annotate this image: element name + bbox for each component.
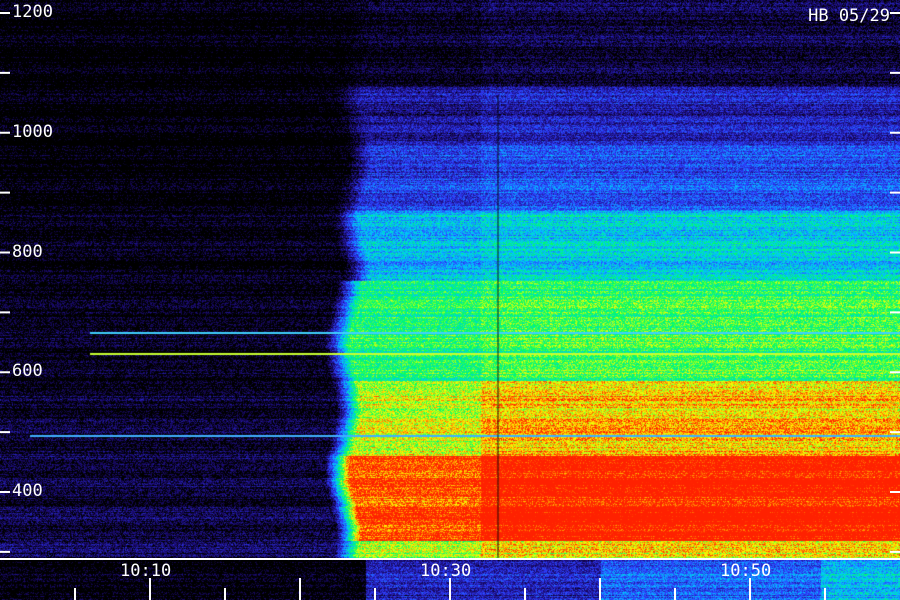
y-tick-label: 400 xyxy=(12,481,43,501)
y-tick-label: 600 xyxy=(12,361,43,382)
y-tick-label: 1000 xyxy=(12,121,53,142)
x-tick-label: 10:30 xyxy=(420,561,472,581)
x-tick-label: 10:10 xyxy=(120,561,172,581)
x-tick-label: 10:50 xyxy=(720,561,772,581)
axes-layer xyxy=(0,12,900,600)
corner-label: HB 05/29 xyxy=(808,6,890,26)
y-tick-label: 1200 xyxy=(12,2,53,22)
y-tick-label: 800 xyxy=(12,241,43,262)
